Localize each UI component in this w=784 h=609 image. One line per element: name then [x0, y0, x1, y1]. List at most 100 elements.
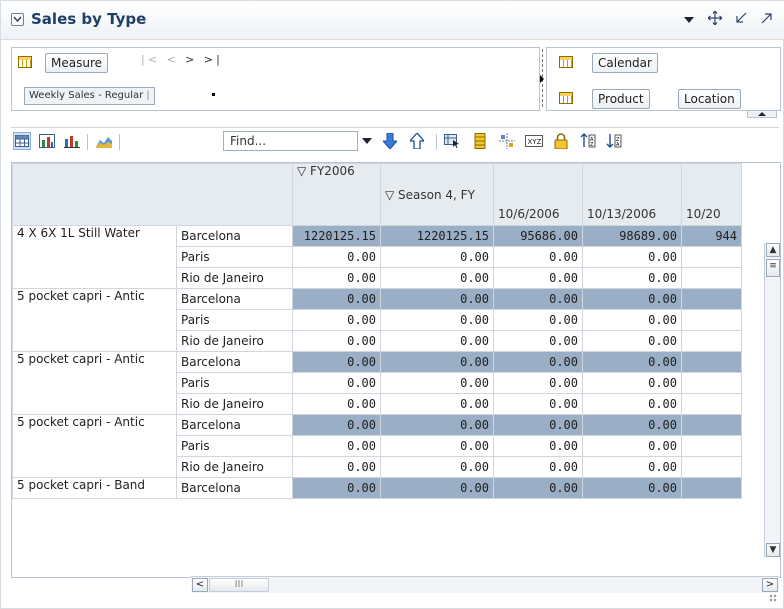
data-cell[interactable]: 0.00 — [380, 351, 494, 373]
data-cell[interactable]: 0.00 — [493, 309, 583, 331]
data-cell[interactable] — [681, 351, 742, 373]
data-cell[interactable]: 0.00 — [493, 477, 583, 499]
data-cell[interactable]: 0.00 — [292, 246, 381, 268]
row-header-product[interactable]: 5 pocket capri - Antic — [12, 414, 177, 478]
row-header-location[interactable]: Rio de Janeiro — [176, 393, 293, 415]
dropdown-icon[interactable] — [681, 12, 697, 28]
data-cell[interactable]: 0.00 — [493, 267, 583, 289]
scroll-thumb[interactable]: ≡ — [766, 259, 780, 277]
location-chip[interactable]: Location — [678, 89, 741, 109]
data-cell[interactable]: 0.00 — [493, 288, 583, 310]
data-cell[interactable]: 0.00 — [292, 309, 381, 331]
table-view-icon[interactable] — [13, 132, 31, 150]
column-icon[interactable] — [471, 132, 489, 150]
sort-ascending-icon[interactable]: AZ — [579, 132, 597, 150]
row-header-location[interactable]: Paris — [176, 309, 293, 331]
data-cell[interactable]: 0.00 — [380, 435, 494, 457]
data-cell[interactable]: 0.00 — [493, 351, 583, 373]
row-header-location[interactable]: Rio de Janeiro — [176, 456, 293, 478]
expand-icon[interactable]: ▽ — [385, 188, 398, 202]
data-cell[interactable]: 0.00 — [380, 393, 494, 415]
data-cell[interactable]: 98689.00 — [582, 225, 682, 247]
row-header-product[interactable]: 5 pocket capri - Band — [12, 477, 177, 499]
data-cell[interactable]: 0.00 — [292, 435, 381, 457]
data-cell[interactable]: 0.00 — [582, 372, 682, 394]
data-cell[interactable] — [681, 267, 742, 289]
data-cell[interactable]: 0.00 — [582, 288, 682, 310]
find-options-icon[interactable] — [362, 138, 372, 144]
sort-descending-icon[interactable]: ZA — [605, 132, 623, 150]
select-icon[interactable] — [443, 132, 461, 150]
next-icon[interactable]: > — [185, 53, 197, 66]
data-cell[interactable]: 0.00 — [582, 267, 682, 289]
data-cell[interactable] — [681, 246, 742, 268]
calendar-chip[interactable]: Calendar — [592, 53, 658, 73]
maximize-icon[interactable] — [759, 12, 775, 28]
data-cell[interactable]: 0.00 — [292, 330, 381, 352]
data-cell[interactable]: 0.00 — [380, 456, 494, 478]
data-cell[interactable]: 0.00 — [493, 246, 583, 268]
move-icon[interactable] — [707, 10, 723, 29]
area-chart-icon[interactable] — [95, 132, 113, 150]
data-cell[interactable]: 95686.00 — [493, 225, 583, 247]
data-cell[interactable]: 0.00 — [582, 309, 682, 331]
data-cell[interactable]: 1220125.15 — [380, 225, 494, 247]
collapse-icon[interactable] — [11, 13, 24, 26]
data-cell[interactable] — [681, 456, 742, 478]
row-header-location[interactable]: Paris — [176, 372, 293, 394]
data-cell[interactable]: 0.00 — [493, 393, 583, 415]
resize-grip-icon[interactable] — [769, 594, 777, 602]
previous-icon[interactable]: < — [166, 53, 178, 66]
data-cell[interactable]: 0.00 — [493, 330, 583, 352]
row-header-product[interactable]: 5 pocket capri - Antic — [12, 288, 177, 352]
data-cell[interactable]: 0.00 — [582, 246, 682, 268]
data-cell[interactable]: 0.00 — [582, 330, 682, 352]
data-cell[interactable]: 0.00 — [292, 414, 381, 436]
data-cell[interactable]: 0.00 — [292, 456, 381, 478]
data-cell[interactable]: 0.00 — [582, 351, 682, 373]
data-cell[interactable]: 0.00 — [380, 477, 494, 499]
data-cell[interactable] — [681, 330, 742, 352]
data-cell[interactable] — [681, 372, 742, 394]
find-previous-icon[interactable] — [408, 132, 426, 150]
row-header-location[interactable]: Barcelona — [176, 225, 293, 247]
xyz-icon[interactable]: XYZ — [525, 132, 543, 150]
lock-icon[interactable] — [552, 132, 570, 150]
data-cell[interactable]: 0.00 — [292, 393, 381, 415]
data-cell[interactable]: 0.00 — [493, 456, 583, 478]
data-cell[interactable]: 0.00 — [380, 288, 494, 310]
data-cell[interactable]: 0.00 — [292, 267, 381, 289]
expand-icon[interactable]: ▽ — [297, 165, 310, 179]
horizontal-scroll-thumb[interactable]: III — [209, 578, 269, 592]
column-header-fy2006[interactable]: ▽ FY2006 — [292, 163, 381, 226]
row-header-product[interactable]: 5 pocket capri - Antic — [12, 351, 177, 415]
data-cell[interactable]: 0.00 — [582, 393, 682, 415]
data-cell[interactable]: 0.00 — [582, 414, 682, 436]
row-header-location[interactable]: Paris — [176, 246, 293, 268]
data-cell[interactable]: 0.00 — [582, 435, 682, 457]
vertical-scrollbar[interactable]: ▲ ≡ ▼ — [764, 243, 780, 557]
chart-table-view-icon[interactable] — [38, 132, 56, 150]
last-icon[interactable]: >| — [204, 53, 223, 66]
data-cell[interactable]: 0.00 — [493, 435, 583, 457]
find-next-icon[interactable] — [381, 132, 399, 150]
data-cell[interactable]: 944 — [681, 225, 742, 247]
horizontal-scrollbar[interactable]: < III > — [191, 576, 779, 593]
data-cell[interactable]: 0.00 — [380, 309, 494, 331]
data-cell[interactable]: 0.00 — [493, 414, 583, 436]
data-cell[interactable] — [681, 435, 742, 457]
row-header-location[interactable]: Barcelona — [176, 477, 293, 499]
collapse-edge-button[interactable] — [747, 110, 777, 118]
data-cell[interactable] — [681, 393, 742, 415]
row-header-location[interactable]: Barcelona — [176, 414, 293, 436]
minimize-icon[interactable] — [733, 12, 749, 28]
measure-member-chip[interactable]: Weekly Sales - Regular | — [24, 87, 155, 105]
data-cell[interactable]: 0.00 — [380, 267, 494, 289]
scroll-right-icon[interactable]: > — [762, 578, 778, 592]
splitter-arrow-icon[interactable] — [540, 75, 544, 83]
row-header-location[interactable]: Barcelona — [176, 351, 293, 373]
scroll-down-icon[interactable]: ▼ — [766, 543, 780, 557]
row-header-location[interactable]: Paris — [176, 435, 293, 457]
data-cell[interactable]: 0.00 — [582, 477, 682, 499]
row-header-location[interactable]: Rio de Janeiro — [176, 267, 293, 289]
